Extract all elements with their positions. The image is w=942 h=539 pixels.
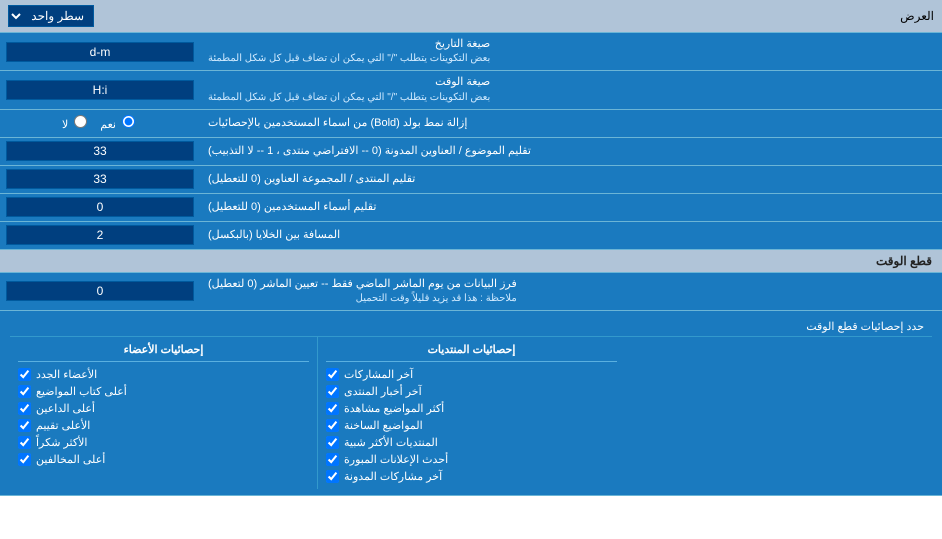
bold-remove-label: إزالة نمط بولد (Bold) من اسماء المستخدمي…	[200, 110, 942, 137]
usernames-input-wrap	[0, 194, 200, 221]
forums-stats-header: إحصائيات المنتديات	[326, 341, 617, 362]
topic-titles-row: تقليم الموضوع / العناوين المدونة (0 -- ا…	[0, 138, 942, 166]
realtime-input[interactable]	[6, 281, 194, 301]
time-format-input-wrap	[0, 71, 200, 108]
display-select[interactable]: سطر واحدسطرينثلاثة أسطر	[8, 5, 94, 27]
time-format-row: صيغة الوقت بعض التكوينات يتطلب "/" التي …	[0, 71, 942, 109]
top-row: العرض سطر واحدسطرينثلاثة أسطر	[0, 0, 942, 33]
bold-no-label: لا	[62, 115, 90, 131]
cb-top-violators: أعلى المخالفين	[18, 451, 309, 468]
date-format-input[interactable]	[6, 42, 194, 62]
bold-radio-group: نعم لا	[54, 113, 146, 133]
cb-top-rated-check[interactable]	[18, 419, 31, 432]
cb-top-inviters: أعلى الداعين	[18, 400, 309, 417]
realtime-section-header: قطع الوقت	[0, 250, 942, 273]
cb-most-thanks: الأكثر شكراً	[18, 434, 309, 451]
date-format-label: صيغة التاريخ بعض التكوينات يتطلب "/" الت…	[200, 33, 942, 70]
spacing-input[interactable]	[6, 225, 194, 245]
checkboxes-grid: إحصائيات المنتديات آخر المشاركات آخر أخب…	[10, 337, 932, 489]
cb-hot-topics: المواضيع الساخنة	[326, 417, 617, 434]
checkboxes-area: حدد إحصائيات قطع الوقت إحصائيات المنتديا…	[0, 311, 942, 496]
forum-titles-input[interactable]	[6, 169, 194, 189]
time-format-input[interactable]	[6, 80, 194, 100]
forum-titles-label: تقليم المنتدى / المجموعة العناوين (0 للت…	[200, 166, 942, 193]
bold-yes-radio[interactable]	[122, 115, 135, 128]
cb-most-thanks-check[interactable]	[18, 436, 31, 449]
bold-no-radio[interactable]	[74, 115, 87, 128]
date-format-row: صيغة التاريخ بعض التكوينات يتطلب "/" الت…	[0, 33, 942, 71]
cb-latest-announce-check[interactable]	[326, 453, 339, 466]
cb-new-members-check[interactable]	[18, 368, 31, 381]
empty-col	[625, 337, 932, 489]
spacing-row: المسافة بين الخلايا (بالبكسل)	[0, 222, 942, 250]
topic-titles-input-wrap	[0, 138, 200, 165]
realtime-row: فرز البيانات من يوم الماشر الماضي فقط --…	[0, 273, 942, 311]
cb-last-blog-check[interactable]	[326, 470, 339, 483]
time-format-label: صيغة الوقت بعض التكوينات يتطلب "/" التي …	[200, 71, 942, 108]
bold-remove-row: إزالة نمط بولد (Bold) من اسماء المستخدمي…	[0, 110, 942, 138]
members-stats-header: إحصائيات الأعضاء	[18, 341, 309, 362]
cb-top-rated: الأعلى تقييم	[18, 417, 309, 434]
cb-new-members: الأعضاء الجدد	[18, 366, 309, 383]
cb-last-blog: آخر مشاركات المدونة	[326, 468, 617, 485]
bold-remove-radio-wrap: نعم لا	[0, 110, 200, 137]
cb-top-writers-check[interactable]	[18, 385, 31, 398]
members-stats-col: إحصائيات الأعضاء الأعضاء الجدد أعلى كتاب…	[10, 337, 317, 489]
forum-titles-row: تقليم المنتدى / المجموعة العناوين (0 للت…	[0, 166, 942, 194]
usernames-input[interactable]	[6, 197, 194, 217]
realtime-input-wrap	[0, 273, 200, 310]
cb-last-posts-check[interactable]	[326, 368, 339, 381]
topic-titles-label: تقليم الموضوع / العناوين المدونة (0 -- ا…	[200, 138, 942, 165]
cb-top-writers: أعلى كتاب المواضيع	[18, 383, 309, 400]
topic-titles-input[interactable]	[6, 141, 194, 161]
cb-most-forums-check[interactable]	[326, 436, 339, 449]
cb-most-viewed-check[interactable]	[326, 402, 339, 415]
cb-hot-topics-check[interactable]	[326, 419, 339, 432]
forums-stats-col: إحصائيات المنتديات آخر المشاركات آخر أخب…	[317, 337, 625, 489]
top-row-label: العرض	[900, 9, 934, 23]
cb-most-viewed: أكثر المواضيع مشاهدة	[326, 400, 617, 417]
spacing-label: المسافة بين الخلايا (بالبكسل)	[200, 222, 942, 249]
forum-titles-input-wrap	[0, 166, 200, 193]
usernames-row: تقليم أسماء المستخدمين (0 للتعطيل)	[0, 194, 942, 222]
spacing-input-wrap	[0, 222, 200, 249]
date-format-input-wrap	[0, 33, 200, 70]
bold-yes-label: نعم	[100, 115, 138, 131]
checkboxes-header: حدد إحصائيات قطع الوقت	[10, 317, 932, 337]
cb-last-posts: آخر المشاركات	[326, 366, 617, 383]
cb-last-news-check[interactable]	[326, 385, 339, 398]
realtime-label: فرز البيانات من يوم الماشر الماضي فقط --…	[200, 273, 942, 310]
cb-last-news: آخر أخبار المنتدى	[326, 383, 617, 400]
cb-latest-announce: أحدث الإعلانات المبورة	[326, 451, 617, 468]
cb-top-violators-check[interactable]	[18, 453, 31, 466]
cb-top-inviters-check[interactable]	[18, 402, 31, 415]
cb-most-forums: المنتديات الأكثر شبية	[326, 434, 617, 451]
usernames-label: تقليم أسماء المستخدمين (0 للتعطيل)	[200, 194, 942, 221]
